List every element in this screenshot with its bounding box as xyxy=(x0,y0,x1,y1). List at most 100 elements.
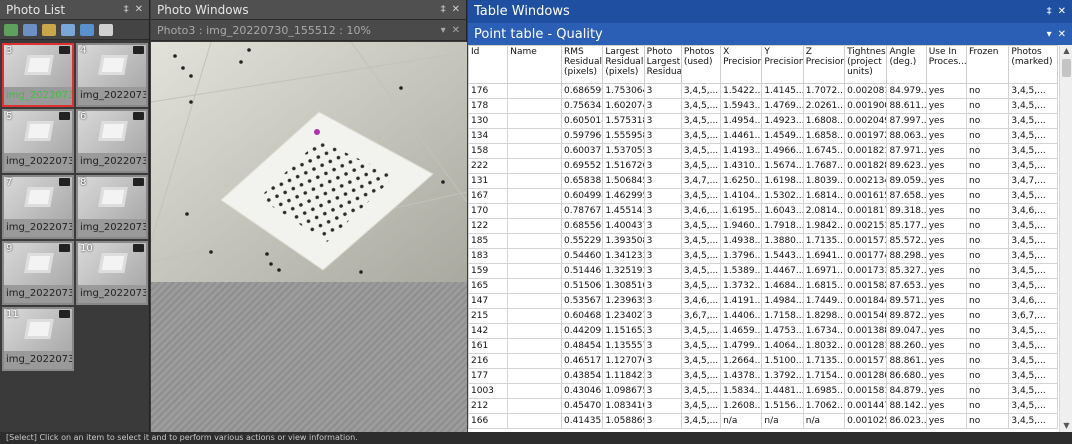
table-cell: 1.118423 xyxy=(602,368,645,384)
table-cell: 3 xyxy=(643,113,682,129)
table-row[interactable]: 130 0.605014 1.575318 3 3,4,5,... 1.4954... 1.… xyxy=(468,113,1058,129)
table-row[interactable]: 147 0.535670 1.239635 3 3,4,6,... 1.4191... 1.… xyxy=(468,293,1058,309)
table-cell: 1.4310... xyxy=(720,158,763,174)
column-header[interactable]: Id xyxy=(468,45,509,84)
column-header[interactable]: Largest Residual (pixels) xyxy=(602,45,645,84)
table-cell: 1.4064... xyxy=(761,338,804,354)
table-cell xyxy=(507,128,562,144)
photo-thumbnail[interactable]: 4 img_20220730 xyxy=(76,43,148,107)
table-tab[interactable]: Point table - Quality ▾ ✕ xyxy=(468,23,1072,45)
photo-thumbnail[interactable]: 9 img_20220730 xyxy=(2,241,74,305)
close-icon[interactable]: ✕ xyxy=(1058,29,1066,40)
table-cell: 1.4659... xyxy=(720,323,763,339)
table-cell: 0.695527 xyxy=(560,158,604,174)
photo-thumbnail[interactable]: 6 img_20220730 xyxy=(76,109,148,173)
table-row[interactable]: 122 0.685569 1.400437 3 3,4,5,... 1.9460... 1.… xyxy=(468,218,1058,234)
scroll-up-icon[interactable]: ▲ xyxy=(1060,45,1072,57)
scroll-down-icon[interactable]: ▼ xyxy=(1060,420,1072,432)
table-cell: yes xyxy=(925,263,968,279)
table-row[interactable]: 177 0.438542 1.118423 3 3,4,5,... 1.4378... 1.… xyxy=(468,368,1058,384)
table-cell: 161 xyxy=(468,338,509,354)
table-row[interactable]: 215 0.604688 1.234027 3 3,6,7,... 1.4406... 1.… xyxy=(468,308,1058,324)
thumbnail-caption: img_20220730 xyxy=(4,351,72,369)
table-cell: 1.4938... xyxy=(720,233,763,249)
table-cell: no xyxy=(965,293,1010,309)
table-cell: 1.393508 xyxy=(602,233,645,249)
chevron-down-icon[interactable]: ▾ xyxy=(441,25,446,36)
table-cell: 0.605014 xyxy=(560,113,604,129)
photo-thumbnail[interactable]: 8 img_20220730 xyxy=(76,175,148,239)
column-header[interactable]: Y Precision xyxy=(761,45,804,84)
close-icon[interactable]: ✕ xyxy=(452,4,460,15)
table-cell: 0.787677 xyxy=(560,203,604,219)
table-cell: 1.6858... xyxy=(802,128,846,144)
thumbnail-caption: img_20220730 xyxy=(4,153,72,171)
table-row[interactable]: 183 0.544601 1.341233 3 3,4,5,... 1.3796... 1.… xyxy=(468,248,1058,264)
camera-icon xyxy=(59,46,70,54)
table-cell: yes xyxy=(925,173,968,189)
list-view-icon[interactable] xyxy=(23,23,37,36)
options-icon[interactable] xyxy=(99,23,113,36)
pin-icon[interactable]: ‡ xyxy=(124,4,129,15)
table-row[interactable]: 212 0.454707 1.083410 3 3,4,5,... 1.2608... 1.… xyxy=(468,398,1058,414)
close-icon[interactable]: ✕ xyxy=(452,25,460,36)
photo-thumbnail[interactable]: 5 img_20220730 xyxy=(2,109,74,173)
photo-thumbnail[interactable]: 3 img_20220730 xyxy=(2,43,74,107)
table-row[interactable]: 170 0.787677 1.455141 3 3,4,6,... 1.6195... 1.… xyxy=(468,203,1058,219)
image-icon[interactable] xyxy=(61,23,75,36)
pin-icon[interactable]: ‡ xyxy=(441,4,446,15)
column-header[interactable]: Tightness (project units) xyxy=(844,45,888,84)
column-header[interactable]: Use In Proces... xyxy=(925,45,968,84)
table-row[interactable]: 176 0.686599 1.753064 3 3,4,5,... 1.5422... 1.… xyxy=(468,83,1058,99)
photo-view[interactable] xyxy=(151,42,467,282)
fit-icon[interactable] xyxy=(80,23,94,36)
chevron-down-icon[interactable]: ▾ xyxy=(1047,29,1052,40)
table-row[interactable]: 134 0.597960 1.555958 3 3,4,5,... 1.4461... 1.… xyxy=(468,128,1058,144)
column-header[interactable]: Frozen xyxy=(965,45,1010,84)
table-cell: 0.685569 xyxy=(560,218,604,234)
table-row[interactable]: 222 0.695527 1.516726 3 3,4,5,... 1.4310... 1.… xyxy=(468,158,1058,174)
table-row[interactable]: 158 0.600371 1.537055 3 3,4,5,... 1.4193... 1.… xyxy=(468,143,1058,159)
photo-thumbnail[interactable]: 10 img_20220730 xyxy=(76,241,148,305)
column-header[interactable]: RMS Residual (pixels) xyxy=(560,45,604,84)
table-row[interactable]: 216 0.465175 1.127076 3 3,4,5,... 1.2664... 1.… xyxy=(468,353,1058,369)
photo-thumbnail[interactable]: 7 img_20220730 xyxy=(2,175,74,239)
column-header[interactable]: Photo Largest Residual xyxy=(643,45,682,84)
scrollbar-thumb[interactable] xyxy=(1062,59,1071,77)
column-header[interactable]: X Precision xyxy=(720,45,763,84)
column-header[interactable]: Photos (used) xyxy=(680,45,722,84)
grid-view-icon[interactable] xyxy=(4,23,18,36)
photo-thumbnail[interactable]: 11 img_20220730 xyxy=(2,307,74,371)
close-icon[interactable]: ✕ xyxy=(1058,6,1066,17)
table-row[interactable]: 161 0.484545 1.135557 3 3,4,5,... 1.4799... 1.… xyxy=(468,338,1058,354)
table-cell: no xyxy=(965,203,1010,219)
pin-icon[interactable]: ‡ xyxy=(1047,6,1052,17)
table-cell: 3,4,6,... xyxy=(1008,293,1058,309)
table-row[interactable]: 178 0.756347 1.602074 3 3,4,5,... 1.5943... 1.… xyxy=(468,98,1058,114)
close-icon[interactable]: ✕ xyxy=(135,4,143,15)
column-header[interactable]: Name xyxy=(507,45,562,84)
table-row[interactable]: 185 0.552291 1.393508 3 3,4,5,... 1.4938... 1.… xyxy=(468,233,1058,249)
filter-icon[interactable] xyxy=(42,23,56,36)
table-cell: 158 xyxy=(468,143,509,159)
photo-tab[interactable]: Photo3 : img_20220730_155512 : 10% ▾ ✕ xyxy=(151,20,466,41)
column-header[interactable]: Photos (marked) xyxy=(1008,45,1058,84)
thumbnail-number: 3 xyxy=(6,45,13,56)
column-header[interactable]: Z Precision xyxy=(802,45,846,84)
thumbnail-caption: img_20220730 xyxy=(78,153,146,171)
table-cell: 1.4191... xyxy=(720,293,763,309)
table-cell: 1.462995 xyxy=(602,188,645,204)
table-row[interactable]: 166 0.414352 1.058869 3 3,4,5,... n/a n/a n/a 0.… xyxy=(468,413,1058,429)
table-row[interactable]: 1003 0.430465 1.098675 3 3,4,5,... 1.5834... 1… xyxy=(468,383,1058,399)
table-row[interactable]: 165 0.515067 1.308510 3 3,4,5,... 1.3732... 1.… xyxy=(468,278,1058,294)
column-header[interactable]: Angle (deg.) xyxy=(886,45,927,84)
table-cell: 1.083410 xyxy=(602,398,645,414)
table-row[interactable]: 167 0.604994 1.462995 3 3,4,5,... 1.4104... 1.… xyxy=(468,188,1058,204)
table-row[interactable]: 159 0.514469 1.325193 3 3,4,5,... 1.5389... 1.… xyxy=(468,263,1058,279)
table-row[interactable]: 142 0.442091 1.151652 3 3,4,5,... 1.4659... 1.… xyxy=(468,323,1058,339)
table-cell: 3,4,5,... xyxy=(680,143,722,159)
table-cell: 1.537055 xyxy=(602,143,645,159)
vertical-scrollbar[interactable]: ▲ ▼ xyxy=(1059,45,1072,432)
table-row[interactable]: 131 0.658381 1.506845 3 3,4,7,... 1.6250... 1.… xyxy=(468,173,1058,189)
table-cell: no xyxy=(965,233,1010,249)
